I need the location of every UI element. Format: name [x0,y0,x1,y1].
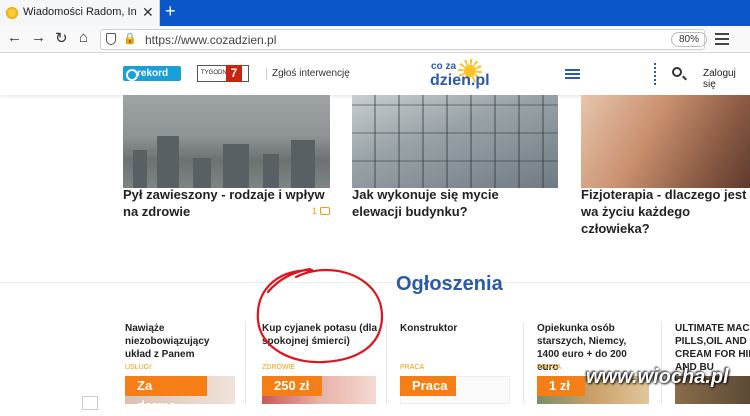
tab-title: Wiadomości Radom, Informac [23,6,137,18]
home-icon[interactable]: ⌂ [79,29,88,46]
browser-menu-icon[interactable] [715,33,729,48]
favicon-icon [6,7,18,19]
zoom-level[interactable]: 80% [671,32,708,47]
divider [661,322,662,404]
divider [245,322,246,404]
price-badge: Praca [400,376,456,396]
divider [523,322,524,404]
url-text[interactable]: https://www.cozadzien.pl [145,33,276,47]
site-header: rekord TYGODNIK 7 Zgłoś interwencję co z… [0,53,750,95]
article-title[interactable]: Pył zawieszony - rodzaje i wpływ na zdro… [123,186,333,220]
classified-item[interactable]: Konstruktor PRACA [400,322,510,371]
back-icon[interactable]: ← [7,29,22,46]
article-image-physio[interactable] [581,95,750,188]
new-tab-icon[interactable]: + [165,1,176,22]
close-tab-icon[interactable]: ✕ [142,4,154,21]
lock-icon[interactable]: 🔒 [123,32,137,45]
classified-category: PRACA [537,364,562,371]
annotation-circle [256,267,384,364]
login-link[interactable]: Zaloguj się [703,68,750,90]
comment-count[interactable]: 1 [312,206,331,216]
address-bar[interactable]: 🔒 https://www.cozadzien.pl 80% [100,29,708,50]
carousel-prev-button[interactable] [82,396,98,410]
article-image-smog[interactable] [123,95,330,188]
article-title[interactable]: Jak wykonuje się mycie elewacji budynku? [352,186,552,220]
hamburger-menu-icon[interactable] [565,69,580,81]
rekord-logo[interactable]: rekord [123,66,181,81]
tygodnik-number: 7 [226,65,242,82]
classified-category: USŁUGI [125,364,152,371]
classified-title[interactable]: Konstruktor [400,322,510,335]
browser-tab[interactable]: Wiadomości Radom, Informac ✕ [0,0,160,26]
forward-icon[interactable]: → [31,29,46,46]
price-badge: 1 zł [537,376,585,396]
comment-count-value: 1 [312,206,318,216]
divider [654,63,656,85]
classified-title[interactable]: Nawiąże niezobowiązujący układ z Panem [125,322,237,361]
shield-icon[interactable] [106,33,116,45]
classified-category: PRACA [400,364,425,371]
browser-nav-bar: ← → ↻ ⌂ 🔒 https://www.cozadzien.pl 80% [0,26,750,53]
site-logo[interactable]: co za dzien.pl [428,57,490,91]
comment-icon [320,207,331,215]
price-badge: 250 zł [262,376,322,396]
browser-tab-bar: Wiadomości Radom, Informac ✕ + [0,0,750,26]
watermark: www.wiocha.pl [586,366,729,388]
classifieds-heading: Ogłoszenia [396,273,503,295]
article-image-facade[interactable] [352,95,558,188]
search-icon[interactable] [672,67,682,77]
reload-icon[interactable]: ↻ [55,29,68,47]
price-badge: Za darmo [125,376,207,413]
report-link[interactable]: Zgłoś interwencję [266,68,350,79]
logo-top-text: co za [431,61,457,72]
article-title[interactable]: Fizjoterapia - dlaczego jest wa życiu ka… [581,186,750,237]
tygodnik-logo[interactable]: TYGODNIK 7 [197,65,249,82]
logo-main-text: dzien.pl [430,72,490,89]
classified-item[interactable]: Nawiąże niezobowiązujący układ z Panem U… [125,322,237,371]
